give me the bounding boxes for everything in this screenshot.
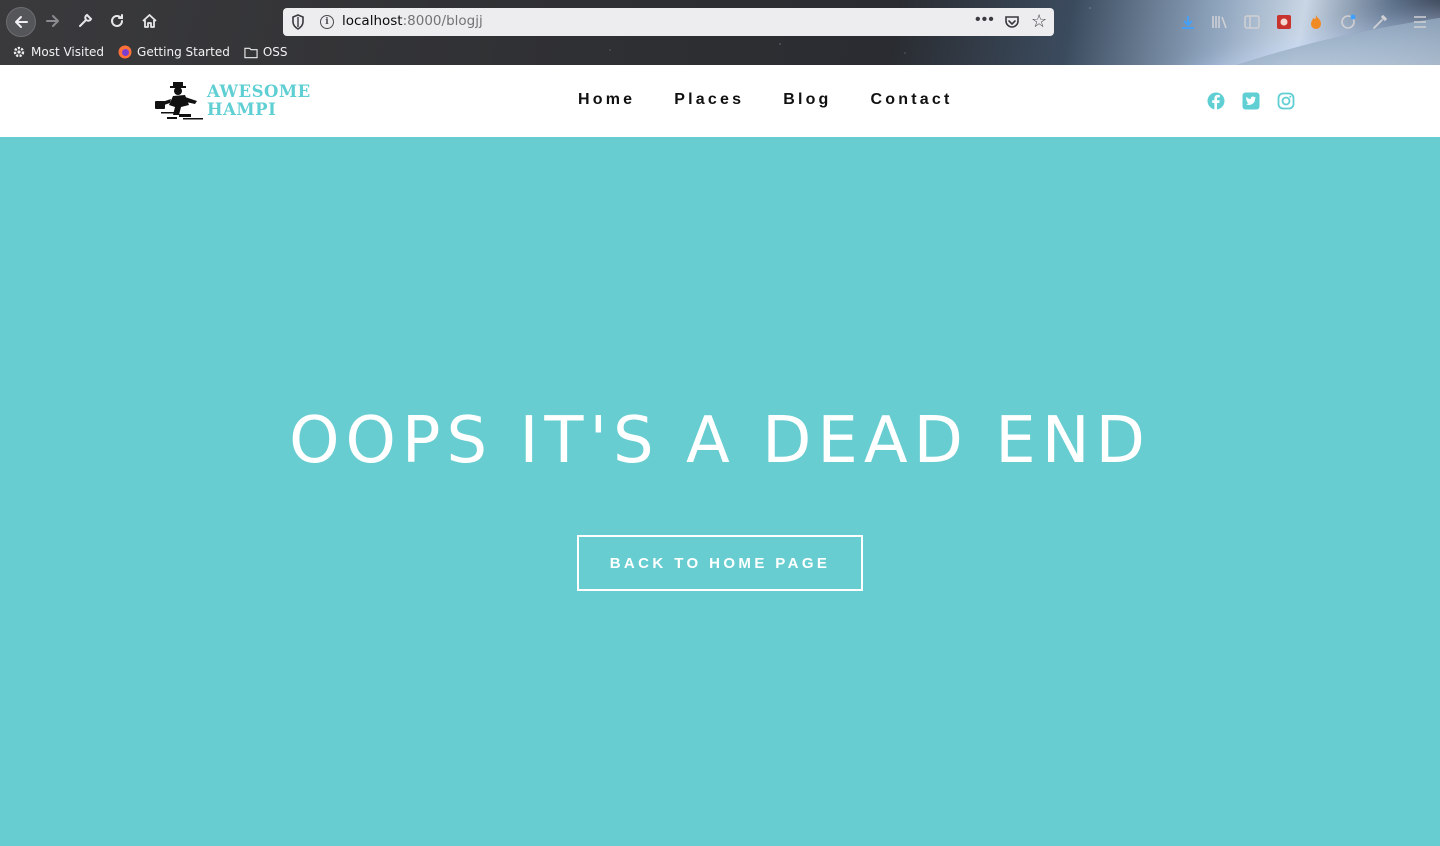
developer-tools-button[interactable] bbox=[73, 9, 97, 33]
nav-link-contact[interactable]: Contact bbox=[871, 91, 953, 109]
sidebar-icon[interactable] bbox=[1242, 12, 1262, 32]
firefox-icon bbox=[118, 45, 132, 59]
downloads-icon[interactable] bbox=[1178, 12, 1198, 32]
address-bar[interactable]: i localhost:8000/blogjj ••• ☆ bbox=[283, 8, 1054, 36]
nav-link-places[interactable]: Places bbox=[674, 91, 744, 109]
gear-icon bbox=[12, 45, 26, 59]
wrench-icon bbox=[79, 13, 93, 27]
social-links bbox=[1207, 92, 1312, 110]
businessman-logo-icon bbox=[155, 82, 203, 120]
logo-line-2: HAMPI bbox=[207, 100, 277, 119]
site-info-icon[interactable]: i bbox=[320, 15, 334, 29]
tracking-shield-icon[interactable] bbox=[291, 14, 305, 30]
extension-fire-icon[interactable] bbox=[1306, 12, 1326, 32]
bookmark-label: Most Visited bbox=[31, 45, 105, 59]
error-hero-section: OOPS IT'S A DEAD END BACK TO HOME PAGE bbox=[0, 137, 1440, 846]
instagram-icon[interactable] bbox=[1277, 92, 1295, 110]
forward-button[interactable] bbox=[41, 9, 65, 33]
twitter-icon[interactable] bbox=[1242, 92, 1260, 110]
bookmark-oss[interactable]: OSS bbox=[244, 45, 288, 59]
reload-icon bbox=[111, 14, 123, 27]
page-title: OOPS IT'S A DEAD END bbox=[289, 404, 1151, 478]
bookmark-getting-started[interactable]: Getting Started bbox=[118, 45, 230, 59]
facebook-icon[interactable] bbox=[1207, 92, 1225, 110]
eyedropper-icon[interactable] bbox=[1370, 12, 1390, 32]
reload-button[interactable] bbox=[105, 9, 129, 33]
bookmarks-bar: Most Visited Getting Started OSS bbox=[0, 42, 290, 62]
browser-toolbar: i localhost:8000/blogjj ••• ☆ Most Visit… bbox=[0, 0, 1440, 65]
bookmark-label: OSS bbox=[262, 45, 288, 59]
logo-line-1: AWESOME bbox=[207, 82, 311, 101]
pocket-icon[interactable] bbox=[1004, 14, 1020, 30]
home-button[interactable] bbox=[137, 9, 161, 33]
site-logo[interactable]: AWESOME HAMPI bbox=[155, 81, 311, 121]
nav-link-home[interactable]: Home bbox=[578, 91, 635, 109]
url-host: localhost bbox=[342, 13, 403, 29]
page-actions-menu-icon[interactable]: ••• bbox=[975, 11, 995, 29]
url-path: :8000/blogjj bbox=[402, 13, 483, 29]
hamburger-menu-icon[interactable] bbox=[1410, 12, 1430, 32]
back-button[interactable] bbox=[6, 7, 36, 37]
bookmark-star-icon[interactable]: ☆ bbox=[1031, 11, 1047, 32]
main-navigation: Home Places Blog Contact bbox=[578, 91, 992, 109]
folder-icon bbox=[244, 45, 258, 59]
bookmark-most-visited[interactable]: Most Visited bbox=[12, 45, 104, 59]
back-to-home-button[interactable]: BACK TO HOME PAGE bbox=[577, 535, 863, 591]
extension-sync-icon[interactable] bbox=[1338, 12, 1358, 32]
house-icon bbox=[141, 14, 157, 28]
logo-wordmark: AWESOME HAMPI bbox=[207, 83, 311, 119]
library-icon[interactable] bbox=[1210, 12, 1230, 32]
extension-red-icon[interactable] bbox=[1274, 12, 1294, 32]
arrow-left-icon bbox=[15, 16, 28, 28]
site-header: AWESOME HAMPI Home Places Blog Contact bbox=[0, 65, 1440, 137]
arrow-right-icon bbox=[46, 15, 59, 27]
nav-link-blog[interactable]: Blog bbox=[783, 91, 831, 109]
url-text[interactable]: localhost:8000/blogjj bbox=[342, 13, 483, 29]
bookmark-label: Getting Started bbox=[137, 45, 230, 59]
